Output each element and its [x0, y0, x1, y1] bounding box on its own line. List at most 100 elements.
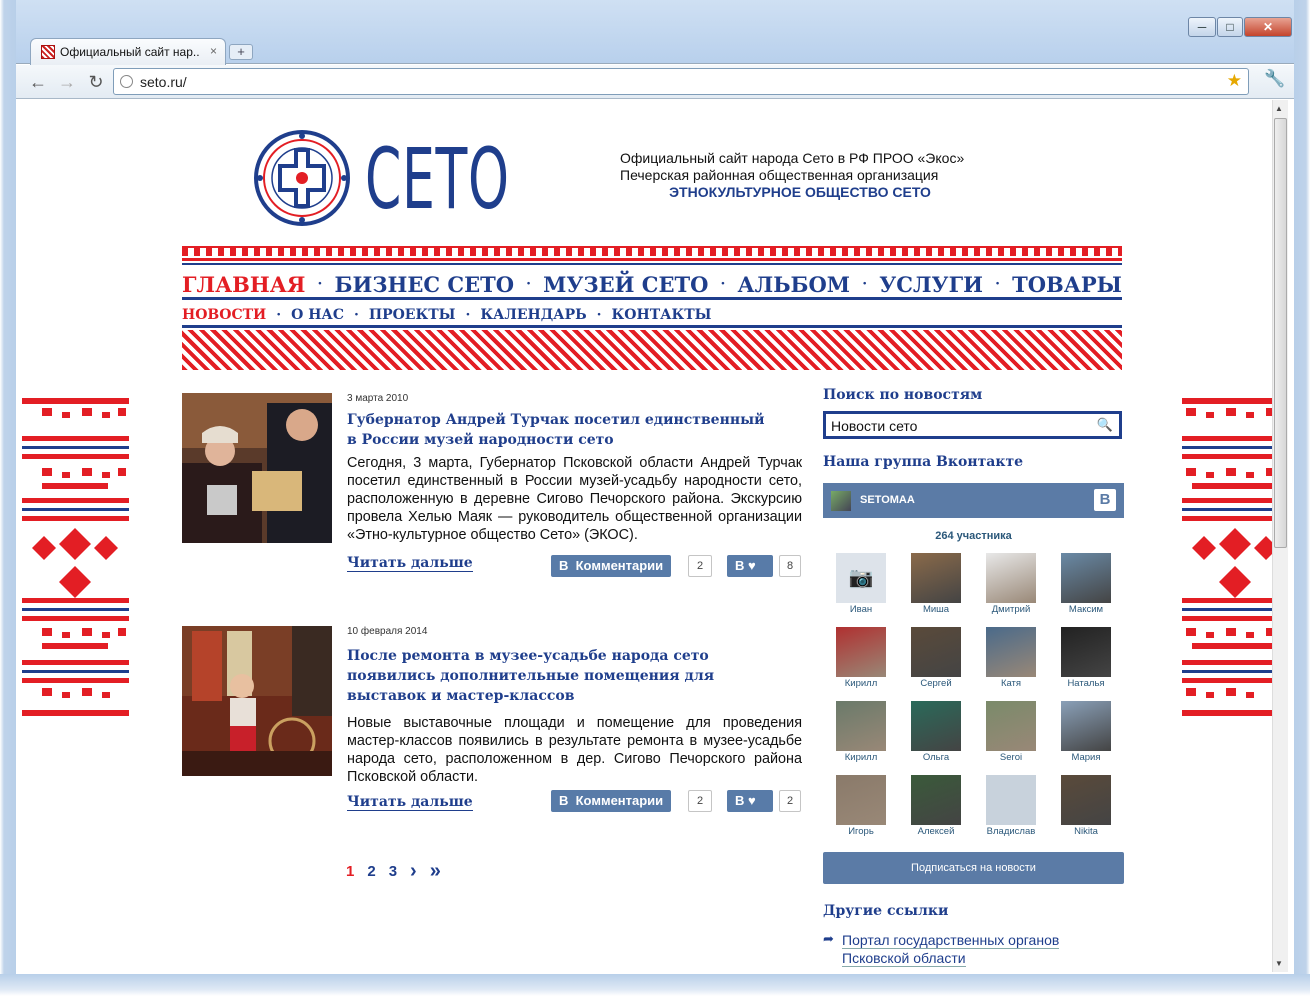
tab-close-icon[interactable]: × [210, 44, 217, 58]
scroll-up-icon[interactable]: ▲ [1275, 104, 1283, 113]
member-name[interactable]: Дмитрий [981, 604, 1041, 615]
menu-item-album[interactable]: АЛЬБОМ [738, 272, 851, 297]
vk-like-button[interactable]: В ♥ [727, 555, 773, 577]
member-avatar[interactable]: Сергей [906, 627, 966, 689]
member-avatar[interactable]: Дмитрий [981, 553, 1041, 615]
minimize-button[interactable]: ─ [1188, 17, 1216, 37]
vk-widget-header[interactable]: SETOMAA В [823, 483, 1124, 518]
member-name[interactable]: Nikita [1056, 826, 1116, 837]
forward-icon[interactable]: → [55, 70, 79, 94]
address-bar[interactable]: seto.ru/ ★ [113, 68, 1249, 95]
submenu-item-about[interactable]: О НАС [291, 307, 344, 323]
new-tab-button[interactable]: + [229, 44, 253, 60]
reload-icon[interactable]: ↻ [84, 70, 108, 94]
member-photo[interactable] [836, 701, 886, 751]
member-avatar[interactable]: Мария [1056, 701, 1116, 763]
member-name[interactable]: Мария [1056, 752, 1116, 763]
page-2-link[interactable]: 2 [367, 863, 375, 880]
member-avatar[interactable]: Seroi [981, 701, 1041, 763]
search-icon[interactable]: 🔍 [1097, 417, 1113, 433]
page-1-link[interactable]: 1 [346, 863, 354, 880]
member-avatar[interactable]: Катя [981, 627, 1041, 689]
back-icon[interactable]: ← [26, 70, 50, 94]
member-avatar[interactable]: Игорь [831, 775, 891, 837]
member-name[interactable]: Алексей [906, 826, 966, 837]
submenu-item-news[interactable]: НОВОСТИ [182, 307, 266, 323]
browser-tab[interactable]: Официальный сайт нар... × [30, 38, 226, 66]
member-photo[interactable] [986, 775, 1036, 825]
wrench-icon[interactable]: 🔧 [1264, 69, 1285, 89]
member-avatar[interactable]: Владислав [981, 775, 1041, 837]
portal-link[interactable]: Портал государственных органов Псковской… [842, 931, 1102, 967]
member-name[interactable]: Сергей [906, 678, 966, 689]
submenu-item-calendar[interactable]: КАЛЕНДАРЬ [480, 307, 586, 323]
vk-group-name[interactable]: SETOMAA [860, 494, 915, 506]
vk-comments-button[interactable]: В Комментарии [551, 555, 672, 577]
member-photo[interactable] [911, 627, 961, 677]
member-name[interactable]: Катя [981, 678, 1041, 689]
menu-item-museum[interactable]: МУЗЕЙ СЕТО [543, 272, 708, 297]
vk-comments-button[interactable]: В Комментарии [551, 790, 672, 812]
member-avatar[interactable]: Кирилл [831, 627, 891, 689]
portal-link-text[interactable]: Портал государственных органов Псковской… [842, 932, 1060, 967]
member-name[interactable]: Иван [831, 604, 891, 615]
member-photo[interactable] [836, 775, 886, 825]
vk-members-count[interactable]: 264 участника [823, 530, 1124, 542]
member-photo[interactable] [1061, 627, 1111, 677]
member-name[interactable]: Кирилл [831, 678, 891, 689]
last-page-icon[interactable]: » [430, 861, 441, 881]
member-name[interactable]: Миша [906, 604, 966, 615]
subscribe-button[interactable]: Подписаться на новости [823, 852, 1124, 884]
member-avatar[interactable]: 📷 Иван [831, 553, 891, 615]
submenu-item-contacts[interactable]: КОНТАКТЫ [612, 307, 712, 323]
news-title[interactable]: После ремонта в музее-усадьбе народа сет… [347, 646, 767, 706]
news-title[interactable]: Губернатор Андрей Турчак посетил единств… [347, 410, 767, 450]
read-more-link[interactable]: Читать дальше [347, 794, 473, 811]
submenu-item-projects[interactable]: ПРОЕКТЫ [369, 307, 456, 323]
news-photo[interactable] [182, 393, 332, 543]
menu-item-business[interactable]: БИЗНЕС СЕТО [335, 272, 514, 297]
member-name[interactable]: Игорь [831, 826, 891, 837]
news-photo[interactable] [182, 626, 332, 776]
member-avatar[interactable]: Nikita [1056, 775, 1116, 837]
member-avatar[interactable]: Миша [906, 553, 966, 615]
member-photo[interactable] [911, 701, 961, 751]
member-name[interactable]: Наталья [1056, 678, 1116, 689]
site-logo-text[interactable]: СЕТО [365, 134, 510, 224]
menu-item-home[interactable]: ГЛАВНАЯ [182, 272, 305, 297]
menu-item-goods[interactable]: ТОВАРЫ [1012, 272, 1122, 297]
member-avatar[interactable]: Алексей [906, 775, 966, 837]
member-photo[interactable] [986, 701, 1036, 751]
bookmark-star-icon[interactable]: ★ [1227, 71, 1242, 91]
member-photo[interactable]: 📷 [836, 553, 886, 603]
member-photo[interactable] [1061, 775, 1111, 825]
member-photo[interactable] [911, 775, 961, 825]
vertical-scrollbar[interactable]: ▲ ▼ [1272, 100, 1288, 972]
member-photo[interactable] [1061, 701, 1111, 751]
member-photo[interactable] [986, 627, 1036, 677]
scroll-down-icon[interactable]: ▼ [1275, 959, 1283, 968]
member-avatar[interactable]: Кирилл [831, 701, 891, 763]
member-avatar[interactable]: Наталья [1056, 627, 1116, 689]
member-name[interactable]: Максим [1056, 604, 1116, 615]
member-name[interactable]: Кирилл [831, 752, 891, 763]
member-avatar[interactable]: Ольга [906, 701, 966, 763]
member-name[interactable]: Seroi [981, 752, 1041, 763]
member-name[interactable]: Ольга [906, 752, 966, 763]
close-window-button[interactable]: ✕ [1244, 17, 1292, 37]
maximize-button[interactable]: □ [1217, 17, 1243, 37]
member-photo[interactable] [1061, 553, 1111, 603]
member-avatar[interactable]: Максим [1056, 553, 1116, 615]
next-page-icon[interactable]: › [410, 861, 417, 881]
vk-like-button[interactable]: В ♥ [727, 790, 773, 812]
member-photo[interactable] [836, 627, 886, 677]
member-photo[interactable] [986, 553, 1036, 603]
read-more-link[interactable]: Читать дальше [347, 555, 473, 572]
search-input[interactable] [831, 416, 1091, 436]
scroll-thumb[interactable] [1274, 118, 1287, 548]
browser-window: Официальный сайт нар... × + ─ □ ✕ ← → ↻ … [0, 0, 1310, 996]
page-3-link[interactable]: 3 [389, 863, 397, 880]
member-photo[interactable] [911, 553, 961, 603]
member-name[interactable]: Владислав [981, 826, 1041, 837]
menu-item-services[interactable]: УСЛУГИ [879, 272, 983, 297]
